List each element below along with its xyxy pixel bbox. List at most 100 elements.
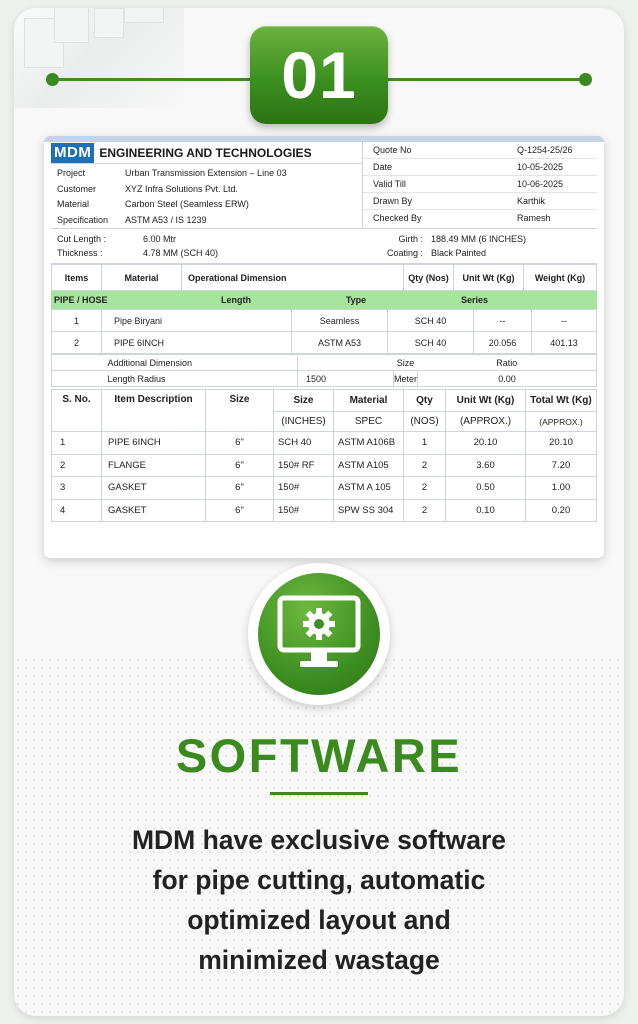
- row-weight: 401.13: [531, 331, 597, 354]
- table-row: 2 FLANGE 6" 150# RF ASTM A105 2 3.60 7.2…: [51, 453, 597, 477]
- field-label: Drawn By: [373, 196, 413, 206]
- length-radius-value: 1500: [297, 370, 394, 387]
- row-total-wt: 7.20: [525, 453, 597, 477]
- col-weight: Weight (Kg): [523, 264, 597, 291]
- row-number: 2: [51, 453, 102, 477]
- table-row: 1 Pipe Biryani Seamless SCH 40 -- --: [51, 309, 597, 332]
- decorative-cubes: [14, 8, 184, 108]
- col-qty: Qty (Nos): [403, 264, 454, 291]
- green-length: Length: [181, 291, 291, 309]
- items-table-header: Items Material Operational Dimension Qty…: [51, 264, 597, 291]
- row-spec: ASTM A105: [333, 453, 404, 477]
- row-series: SCH 40: [387, 309, 474, 332]
- field-label: Material: [57, 199, 90, 209]
- software-icon-badge: [248, 563, 390, 705]
- field-label: Customer: [57, 183, 97, 194]
- spec-section: Cut Length : 6.00 Mtr Girth : 188.49 MM …: [51, 229, 597, 264]
- row-desc: FLANGE: [101, 453, 206, 477]
- field-label: Checked By: [373, 213, 422, 223]
- row-number: 4: [51, 498, 102, 522]
- row-number: 1: [51, 309, 102, 332]
- description-line: for pipe cutting, automatic: [152, 865, 486, 895]
- row-unit-wt: 0.10: [445, 498, 526, 522]
- row-desc: GASKET: [101, 498, 206, 522]
- field-value: XYZ Infra Solutions Pvt. Ltd.: [125, 183, 239, 194]
- col-qty: Qty: [403, 389, 446, 412]
- field-value: Karthik: [517, 196, 546, 206]
- badge-line-right: [386, 78, 586, 81]
- green-pipe-hose: PIPE / HOSE: [51, 291, 181, 309]
- row-total-wt: 0.20: [525, 498, 597, 522]
- row-qty: 2: [403, 476, 446, 500]
- description: MDM have exclusive software for pipe cut…: [44, 820, 594, 980]
- row-unit-wt: 20.10: [445, 431, 526, 455]
- col-items: Items: [51, 264, 102, 291]
- col-unit-wt: Unit Wt (Kg): [453, 264, 524, 291]
- girth-label: Girth :: [398, 234, 423, 244]
- col-inches: (INCHES): [273, 411, 334, 432]
- row-inches: SCH 40: [273, 431, 334, 455]
- row-weight: --: [531, 309, 597, 332]
- field-value: 10-06-2025: [517, 179, 564, 189]
- green-type: Type: [291, 291, 421, 309]
- row-name: PIPE 6INCH: [101, 331, 292, 354]
- pipe-table: 1 Pipe Biryani Seamless SCH 40 -- -- 2 P…: [51, 309, 597, 354]
- col-spec: SPEC: [333, 411, 404, 432]
- size-label: Size: [393, 354, 418, 371]
- thickness-value: 4.78 MM (SCH 40): [143, 248, 219, 258]
- row-number: 2: [51, 331, 102, 354]
- field-label: Specification: [57, 214, 109, 225]
- document-header: MDM ENGINEERING AND TECHNOLOGIES Project…: [51, 142, 597, 229]
- row-name: Pipe Biryani: [101, 309, 292, 332]
- thickness-label: Thickness :: [57, 248, 103, 258]
- row-desc: PIPE 6INCH: [101, 431, 206, 455]
- row-unit-wt: 0.50: [445, 476, 526, 500]
- row-qty: 1: [403, 431, 446, 455]
- company-name: ENGINEERING AND TECHNOLOGIES: [99, 145, 312, 160]
- row-inches: 150# RF: [273, 453, 334, 477]
- items-detail-table: S. No. Item Description Size Size Materi…: [51, 389, 597, 522]
- row-qty: 2: [403, 453, 446, 477]
- length-radius-label: Length Radius: [107, 373, 166, 384]
- coating-value: Black Painted: [431, 248, 487, 258]
- row-number: 3: [51, 476, 102, 500]
- field-label: Quote No: [373, 145, 412, 155]
- badge-dot-left: [46, 73, 59, 86]
- monitor-gear-icon: [277, 595, 361, 667]
- row-total-wt: 1.00: [525, 476, 597, 500]
- badge-line-left: [52, 78, 252, 81]
- row-unit-wt: --: [473, 309, 532, 332]
- meter-label: Meter: [392, 370, 419, 387]
- field-label: Valid Till: [373, 179, 406, 189]
- quotation-document: MDM ENGINEERING AND TECHNOLOGIES Project…: [44, 136, 604, 558]
- col-op-dim: Operational Dimension: [181, 264, 404, 291]
- badge-dot-right: [579, 73, 592, 86]
- cut-length-value: 6.00 Mtr: [143, 234, 177, 244]
- description-line: optimized layout and: [187, 905, 451, 935]
- row-inches: 150#: [273, 476, 334, 500]
- col-item-desc: Item Description: [101, 389, 206, 432]
- field-value: ASTM A53 / IS 1239: [125, 214, 207, 225]
- row-total-wt: 20.10: [525, 431, 597, 455]
- row-qty: 2: [403, 498, 446, 522]
- step-number-badge: 01: [250, 26, 388, 124]
- row-desc: GASKET: [101, 476, 206, 500]
- table-row: 4 GASKET 6" 150# SPW SS 304 2 0.10 0.20: [51, 498, 597, 522]
- field-value: 10-05-2025: [517, 162, 564, 172]
- col-size: Size: [205, 389, 274, 432]
- table-row: 2 PIPE 6INCH ASTM A53 SCH 40 20.056 401.…: [51, 331, 597, 354]
- col-material: Material: [333, 389, 404, 412]
- title-underline: [270, 792, 368, 795]
- ratio-label: Ratio: [417, 354, 597, 371]
- coating-label: Coating :: [386, 248, 423, 258]
- green-header-bar: PIPE / HOSE Length Type Series: [51, 291, 597, 309]
- col-nos: (NOS): [403, 411, 446, 432]
- row-unit-wt: 20.056: [473, 331, 532, 354]
- row-spec: SPW SS 304: [333, 498, 404, 522]
- field-value: Q-1254-25/26: [517, 145, 573, 155]
- row-series: SCH 40: [387, 331, 474, 354]
- field-label: Date: [373, 162, 393, 172]
- additional-dimension-label: Additional Dimension: [101, 354, 298, 371]
- col-approx2: (APPROX.): [525, 411, 597, 432]
- col-sno: S. No.: [51, 389, 102, 432]
